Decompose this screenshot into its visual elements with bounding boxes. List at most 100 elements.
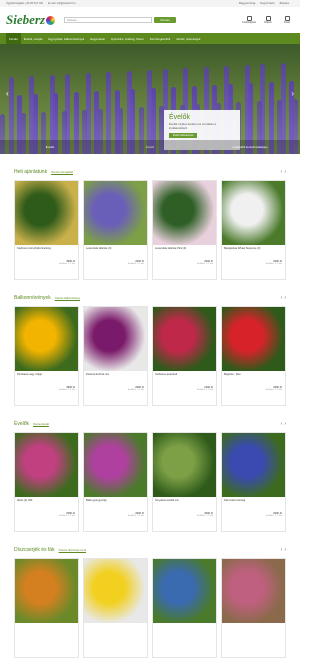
- chevron-left-icon[interactable]: ‹: [281, 547, 283, 553]
- product-image[interactable]: [84, 433, 147, 497]
- product-card[interactable]: [152, 558, 217, 658]
- product-name[interactable]: Begónia · Duo: [222, 371, 285, 381]
- section-title: Évelők: [14, 421, 30, 427]
- country-select[interactable]: Magyarország: [239, 2, 255, 5]
- product-image[interactable]: [222, 181, 285, 245]
- product-card[interactable]: Sophora microphylla Sunking 4990 Ft Szállí…: [14, 180, 79, 280]
- header: Sieberz Keresés... Keresés Kívánságlista…: [0, 7, 300, 33]
- product-name[interactable]: Kék évelő csomag: [222, 497, 285, 507]
- chevron-left-icon[interactable]: ‹: [281, 295, 283, 301]
- product-image[interactable]: [84, 559, 147, 623]
- section-header: Heti ajánlatunk Összes heti ajánlat ‹ ›: [14, 168, 286, 176]
- product-card[interactable]: Begónia · Duo 2990 Ft Szállítás: 1-2 hét: [221, 306, 286, 406]
- nav-item-bulbs[interactable]: Hagymások: [87, 33, 108, 44]
- chevron-right-icon[interactable]: ›: [284, 547, 286, 553]
- product-card[interactable]: Bükk gyöngyvirág 2990 Ft Szállítás: 1-2 hé…: [83, 432, 148, 532]
- section-title: Díszcserjék és fák: [14, 547, 55, 553]
- product-image[interactable]: [15, 307, 78, 371]
- product-section: Heti ajánlatunk Összes heti ajánlat ‹ › Soph…: [0, 168, 300, 280]
- nav-item-garden[interactable]: Kerti kiegészítők: [147, 33, 174, 44]
- product-image[interactable]: [15, 559, 78, 623]
- chevron-right-icon[interactable]: ›: [291, 89, 294, 98]
- product-card[interactable]: Levendula Hidcote (3) 2990 Ft Szállítás: 1…: [83, 180, 148, 280]
- product-name[interactable]: [153, 623, 216, 633]
- product-image[interactable]: [153, 181, 216, 245]
- product-image[interactable]: [84, 181, 147, 245]
- product-card[interactable]: Iberis (2) 4db 2990 Ft Szállítás: 1-2 hét: [14, 432, 79, 532]
- chevron-right-icon[interactable]: ›: [284, 169, 286, 175]
- chevron-left-icon[interactable]: ‹: [281, 169, 283, 175]
- search-button[interactable]: Keresés: [154, 17, 176, 23]
- product-card[interactable]: Levendula Hidcote Pink (3) 2990 Ft Szállít…: [152, 180, 217, 280]
- product-card[interactable]: Árnyékos évelők mix 2990 Ft Szállítás: 1-2…: [152, 432, 217, 532]
- product-shipping: Szállítás: 1-2 hét: [127, 263, 144, 265]
- chevron-left-icon[interactable]: ‹: [281, 421, 283, 427]
- product-name[interactable]: [15, 623, 78, 633]
- cart-icon: [284, 16, 290, 21]
- product-image[interactable]: [153, 559, 216, 623]
- product-name[interactable]: Verbéna Lanai Red: [153, 371, 216, 381]
- section-header: Balkonnövények Összes balkonnövény ‹ ›: [14, 294, 286, 302]
- product-card[interactable]: Kék évelő csomag 2990 Ft Szállítás: 1-2 hé…: [221, 432, 286, 532]
- product-name[interactable]: [222, 623, 285, 633]
- product-name[interactable]: Levendula Hidcote (3): [84, 245, 147, 255]
- product-name[interactable]: Sophora microphylla Sunking: [15, 245, 78, 255]
- product-name[interactable]: Levendula Hidcote Pink (3): [153, 245, 216, 255]
- product-name[interactable]: Árnyékos évelők mix: [153, 497, 216, 507]
- nav-item-home[interactable]: Kezdet: [6, 33, 21, 44]
- product-card[interactable]: [83, 558, 148, 658]
- cart-button[interactable]: Kosár: [280, 16, 294, 24]
- nav-item-fruit[interactable]: Gyümölcs, zöldség, fűszer: [108, 33, 147, 44]
- nav-item-annuals[interactable]: Egynyáriak, balkonnövények: [46, 33, 88, 44]
- section-header: Díszcserjék és fák Összes díszcserje és f…: [14, 546, 286, 554]
- hero-tab-3[interactable]: Leginkább kedvelt katalógus: [200, 140, 300, 154]
- chevron-left-icon[interactable]: ‹: [6, 89, 9, 98]
- product-image[interactable]: [222, 307, 285, 371]
- product-shipping: Szállítás: 1-2 hét: [127, 389, 144, 391]
- hero-tab-1[interactable]: Évelők: [0, 140, 100, 154]
- login-link[interactable]: Belépés: [280, 2, 289, 5]
- hero-tabs: Évelők Évelők Leginkább kedvelt katalógu…: [0, 140, 300, 154]
- phone-text: Ügyfélszolgálat: +36 96 511 700: [6, 2, 43, 5]
- product-shipping: Szállítás: 1-2 hét: [58, 263, 75, 265]
- section-all-link[interactable]: Összes díszcserje és fa: [59, 549, 86, 552]
- product-card[interactable]: Portulaca nagy virágú 4990 Ft Szállítás: 1…: [14, 306, 79, 406]
- account-label: Fiókom: [264, 22, 272, 24]
- hero-cta-button[interactable]: Évelő felfedezése: [169, 133, 198, 139]
- product-name[interactable]: Petúnia Surfinia mix: [84, 371, 147, 381]
- product-name[interactable]: [84, 623, 147, 633]
- product-name[interactable]: Bükk gyöngyvirág: [84, 497, 147, 507]
- register-link[interactable]: Regisztráció: [260, 2, 274, 5]
- product-image[interactable]: [84, 307, 147, 371]
- chevron-right-icon[interactable]: ›: [284, 295, 286, 301]
- product-image[interactable]: [15, 433, 78, 497]
- section-all-link[interactable]: Összes Évelő: [33, 423, 49, 426]
- product-shipping: Szállítás: 1-2 hét: [265, 515, 282, 517]
- search-input[interactable]: Keresés...: [64, 17, 152, 23]
- section-all-link[interactable]: Összes heti ajánlat: [51, 171, 73, 174]
- email-text[interactable]: E-mail: info@sieberz.hu: [48, 2, 76, 5]
- product-image[interactable]: [153, 307, 216, 371]
- product-card[interactable]: [221, 558, 286, 658]
- product-image[interactable]: [222, 559, 285, 623]
- nav-item-sales[interactable]: Akciók, újdonságok: [173, 33, 203, 44]
- product-name[interactable]: Iberis (2) 4db: [15, 497, 78, 507]
- product-image[interactable]: [153, 433, 216, 497]
- product-image[interactable]: [222, 433, 285, 497]
- product-name[interactable]: Portulaca nagy virágú: [15, 371, 78, 381]
- search-bar: Keresés... Keresés: [64, 17, 176, 23]
- product-card[interactable]: Verbéna Lanai Red 2490 Ft Szállítás: 1-2 h…: [152, 306, 217, 406]
- chevron-right-icon[interactable]: ›: [284, 421, 286, 427]
- logo[interactable]: Sieberz: [6, 12, 55, 28]
- wishlist-button[interactable]: Kívánságlista: [242, 16, 256, 24]
- section-title: Balkonnövények: [14, 295, 51, 301]
- product-card[interactable]: Margarétas Wheel Supreme (3) 2990 Ft Száll…: [221, 180, 286, 280]
- product-card[interactable]: [14, 558, 79, 658]
- nav-item-perennials[interactable]: Évelők, cserjék: [21, 33, 46, 44]
- section-all-link[interactable]: Összes balkonnövény: [55, 297, 80, 300]
- product-name[interactable]: Margarétas Wheel Supreme (3): [222, 245, 285, 255]
- product-image[interactable]: [15, 181, 78, 245]
- product-card[interactable]: Petúnia Surfinia mix 2990 Ft Szállítás: 1-…: [83, 306, 148, 406]
- account-button[interactable]: Fiókom: [261, 16, 275, 24]
- hero-tab-2[interactable]: Évelők: [100, 140, 200, 154]
